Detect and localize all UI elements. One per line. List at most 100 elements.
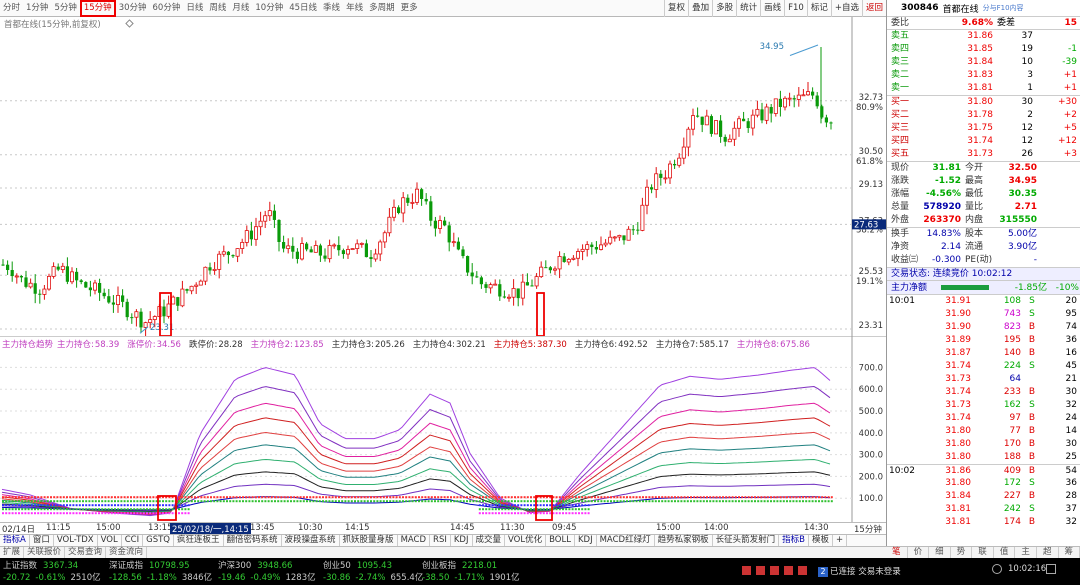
indicator-tab[interactable]: CCI (122, 535, 144, 546)
period-tab[interactable]: 1分钟 (23, 0, 51, 17)
tool-button[interactable]: F10 (784, 0, 807, 17)
signal-dot (146, 504, 148, 507)
period-tab[interactable]: 60分钟 (150, 0, 184, 17)
signal-dot (517, 512, 520, 515)
window-icon[interactable] (1046, 564, 1056, 574)
signal-dot (59, 500, 62, 503)
indicator-tab[interactable]: VOL优化 (505, 535, 547, 546)
indicator-tab[interactable]: VOL (98, 535, 122, 546)
stat-value: - (1033, 255, 1037, 265)
kline-chart[interactable]: 32.73 30.50 29.13 27.63 25.53 23.31 80.9% 61.8%… (0, 17, 886, 336)
candle-body (327, 245, 332, 260)
tool-button[interactable]: 画线 (760, 0, 784, 17)
period-tab[interactable]: 5分钟 (51, 0, 79, 17)
indicator-tab[interactable]: 翻倍密码系统 (224, 535, 282, 546)
tool-button[interactable]: 叠加 (688, 0, 712, 17)
tool-button[interactable]: 标记 (806, 0, 831, 17)
indicator-tab[interactable]: GSTQ (143, 535, 174, 546)
signal-dot (379, 500, 382, 503)
signal-dot (62, 512, 65, 515)
period-tab[interactable]: 10分钟 (252, 0, 286, 17)
indicator-tab[interactable]: KDJ (451, 535, 473, 546)
index-quote[interactable]: 创业50 1095.43 -30.86 -2.74% 655.4亿 (323, 560, 423, 584)
tool-button[interactable]: 多股 (712, 0, 736, 17)
index-quote[interactable]: 深证成指 10798.95 -128.56 -1.18% 3846亿 (109, 560, 212, 584)
period-tab[interactable]: 年线 (343, 0, 366, 17)
candle-body (571, 257, 576, 260)
signal-dot (312, 496, 315, 499)
index-quote[interactable]: 上证指数 3367.34 -20.72 -0.61% 2510亿 (3, 560, 101, 584)
indicator-tab[interactable]: + (833, 535, 848, 546)
side-tab[interactable]: 超 (1037, 547, 1059, 558)
tool-button[interactable]: 复权 (664, 0, 688, 17)
signal-dot (581, 500, 584, 503)
tick-list[interactable]: 10:01 31.91 108 S 20 31.90 743 S 95 31.90 823 B 74 31… (887, 294, 1080, 529)
extension-tab[interactable]: 关联报价 (24, 547, 66, 558)
signal-dot (91, 500, 94, 503)
period-tab[interactable]: 日线 (183, 0, 206, 17)
side-tab[interactable]: 细 (929, 547, 951, 558)
indicator-tab[interactable]: KDJ (575, 535, 597, 546)
extension-tab[interactable]: 交易查询 (65, 547, 107, 558)
indicator-tab[interactable]: 成交量 (473, 535, 506, 546)
indicator-tab[interactable]: 抓妖股量身版 (340, 535, 398, 546)
indicator-tab[interactable]: 长征头箭发射门 (713, 535, 780, 546)
period-tab[interactable]: 分时 (0, 0, 23, 17)
indicator-tab[interactable]: 指标B (779, 535, 809, 546)
side-tab[interactable]: 联 (972, 547, 994, 558)
indicator-tab[interactable]: 波段操盘系统 (282, 535, 340, 546)
indicator-tab[interactable]: 模板 (809, 535, 833, 546)
period-tab[interactable]: 周线 (206, 0, 229, 17)
signal-dot (8, 500, 11, 503)
indicator-tab[interactable]: 窗口 (30, 535, 54, 546)
side-tab[interactable]: 筹 (1059, 547, 1080, 558)
tool-button[interactable]: 返回 (861, 0, 886, 17)
indicator-tab[interactable]: 疯狂连板王 (174, 535, 224, 546)
date-label: 15:00 (96, 523, 121, 533)
period-tab[interactable]: 季线 (320, 0, 343, 17)
period-tab[interactable]: 45日线 (286, 0, 320, 17)
candle-body (235, 248, 240, 257)
indicator-tab[interactable]: 指标A (0, 535, 30, 546)
signal-dot (808, 500, 811, 503)
period-tab[interactable]: 月线 (229, 0, 252, 17)
signal-dot (245, 500, 248, 503)
tool-button[interactable]: +自选 (830, 0, 862, 17)
extension-tab[interactable]: 资金流向 (106, 547, 148, 558)
tool-button[interactable]: 统计 (736, 0, 760, 17)
extension-tab[interactable]: 扩展 (0, 547, 25, 558)
signal-dot (152, 500, 155, 503)
signal-dot (117, 508, 120, 511)
f10-tag[interactable]: 分与F10内容 (983, 3, 1024, 13)
period-tab[interactable]: 30分钟 (116, 0, 150, 17)
side-tab[interactable]: 值 (994, 547, 1016, 558)
signal-dot (459, 496, 462, 499)
candle-body (461, 249, 465, 257)
side-tab[interactable]: 主 (1015, 547, 1037, 558)
tick-row: 10:02 31.86 409 B 54 (887, 464, 1080, 477)
indicator-svg[interactable]: 700.0 600.0 500.0 400.0 300.0 200.0 100.0 (0, 336, 886, 522)
connection-status[interactable]: 2 已连接 交易未登录 (818, 565, 901, 577)
side-tab[interactable]: 笔 (886, 547, 908, 558)
indicator-tab[interactable]: MACD红绿灯 (597, 535, 655, 546)
signal-dot (466, 500, 468, 503)
side-tab[interactable]: 价 (908, 547, 930, 558)
kline-svg[interactable]: 32.73 30.50 29.13 27.63 25.53 23.31 80.9% 61.8%… (0, 17, 886, 336)
indicator-panel[interactable]: 700.0 600.0 500.0 400.0 300.0 200.0 100.0 主力持仓… (0, 336, 886, 522)
signal-dot (283, 496, 286, 499)
signal-dot (504, 504, 507, 507)
indicator-tab[interactable]: 趋势私家钢板 (655, 535, 713, 546)
indicator-tab[interactable]: RSI (430, 535, 451, 546)
signal-dot (267, 496, 270, 499)
candle-body (700, 116, 704, 125)
index-quote[interactable]: 创业板指 2218.01 -38.50 -1.71% 1901亿 (422, 560, 520, 584)
period-tab[interactable]: 更多 (398, 0, 421, 17)
side-tab[interactable]: 势 (951, 547, 973, 558)
period-tab[interactable]: 多周期 (366, 0, 398, 17)
index-quote[interactable]: 沪深300 3948.66 -19.46 -0.49% 1283亿 (218, 560, 316, 584)
indicator-tab[interactable]: MACD (398, 535, 431, 546)
period-tab[interactable]: 15分钟 (79, 0, 116, 17)
indicator-tab[interactable]: BOLL (546, 535, 575, 546)
signal-dot (43, 508, 46, 511)
indicator-tab[interactable]: VOL-TDX (54, 535, 98, 546)
